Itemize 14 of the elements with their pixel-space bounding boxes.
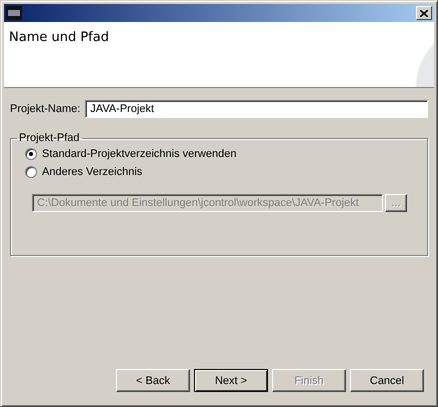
radio-option[interactable]: Anderes Verzeichnis bbox=[25, 166, 407, 178]
radio-option[interactable]: Standard-Projektverzeichnis verwenden bbox=[25, 148, 407, 160]
group-title: Projekt-Pfad bbox=[18, 132, 81, 144]
close-icon bbox=[420, 10, 428, 16]
close-button[interactable] bbox=[416, 6, 432, 20]
radio-button[interactable] bbox=[25, 148, 37, 160]
wizard-button[interactable]: < Back bbox=[116, 369, 190, 392]
page-title: Name und Pfad bbox=[9, 30, 109, 45]
wizard-button[interactable]: Next > bbox=[194, 369, 268, 392]
field-label: Projekt-Name: bbox=[10, 103, 80, 115]
wizard-button[interactable]: Cancel bbox=[350, 369, 424, 392]
project-name-field[interactable]: JAVA-Projekt bbox=[85, 100, 428, 118]
radio-button[interactable] bbox=[25, 166, 37, 178]
app-logo-icon bbox=[6, 6, 22, 20]
